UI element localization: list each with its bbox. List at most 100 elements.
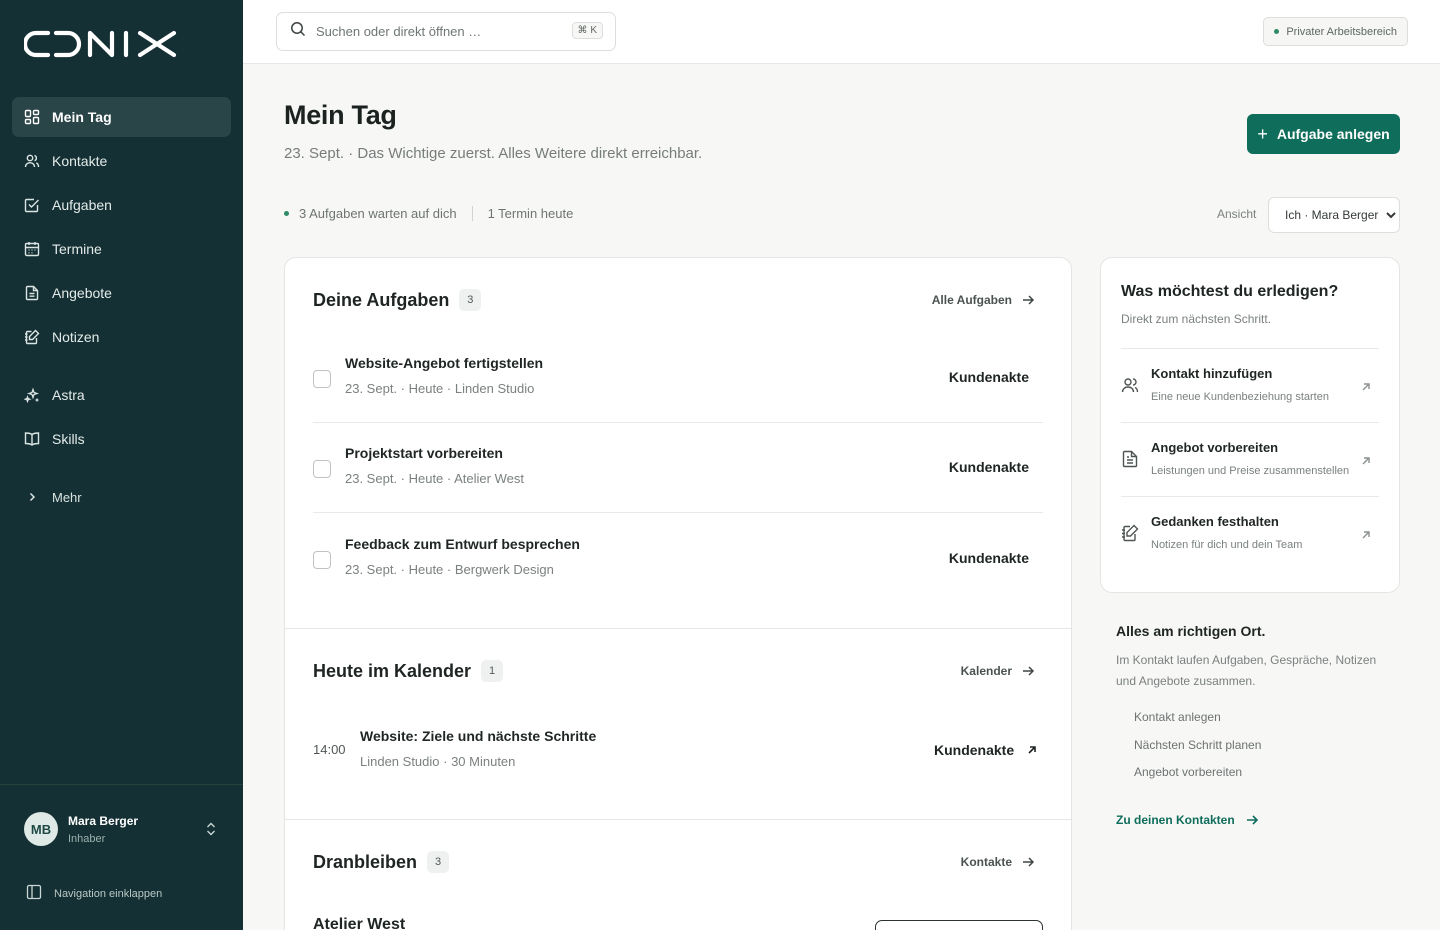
task-title: Website-Angebot fertigstellen: [345, 355, 544, 371]
tasks-title: Deine Aufgaben: [313, 289, 450, 310]
event-customer-file-link[interactable]: Kundenakte: [934, 742, 1038, 758]
search-icon: [290, 21, 306, 42]
user-name: Mara Berger: [68, 813, 139, 828]
info-title: Alles am richtigen Ort.: [1116, 623, 1266, 639]
arrow-right-icon: [1023, 857, 1035, 867]
tasks-header: Deine Aufgaben 3: [313, 289, 482, 311]
view-label: Ansicht: [1217, 207, 1257, 221]
task-row[interactable]: Website-Angebot fertigstellen 23. Sept. …: [313, 333, 1043, 423]
search-bar[interactable]: ⌘ K: [276, 12, 616, 51]
task-checkbox[interactable]: [313, 370, 331, 388]
user-menu[interactable]: MB Mara Berger Inhaber: [24, 812, 224, 846]
action-subtitle: Notizen für dich und dein Team: [1151, 539, 1303, 551]
capture-notes-action[interactable]: Gedanken festhalten Notizen für dich und…: [1121, 496, 1379, 570]
quick-actions-card: Was möchtest du erledigen? Direkt zum nä…: [1100, 257, 1400, 593]
sidebar-item-kontakte[interactable]: Kontakte: [12, 141, 231, 181]
section-divider: [285, 628, 1071, 629]
event-link-label: Kundenakte: [934, 742, 1015, 758]
info-list-item: Angebot vorbereiten: [1134, 765, 1243, 779]
avatar: MB: [24, 812, 58, 846]
stat-tasks: 3 Aufgaben warten auf dich: [299, 206, 457, 221]
task-title: Projektstart vorbereiten: [345, 445, 503, 461]
task-checkbox[interactable]: [313, 460, 331, 478]
quick-actions-subtitle: Direkt zum nächsten Schritt.: [1121, 312, 1272, 326]
chevron-right-icon: [24, 489, 40, 505]
main-card: Deine Aufgaben 3 Alle Aufgaben Website-A…: [284, 257, 1072, 930]
collapse-nav-button[interactable]: Navigation einklappen: [26, 884, 162, 903]
task-meta: 23. Sept. · Heute · Atelier West: [345, 471, 524, 486]
grid-icon: [24, 109, 40, 125]
tasks-count-badge: 3: [459, 289, 482, 311]
sidebar-item-astra[interactable]: Astra: [12, 375, 231, 415]
arrow-right-icon: [1023, 666, 1035, 676]
customer-file-link[interactable]: Kundenakte: [949, 550, 1029, 566]
brand-logo[interactable]: [22, 30, 178, 63]
sidebar-footer: MB Mara Berger Inhaber Navigation einkla…: [0, 784, 243, 930]
followup-item-title[interactable]: Atelier West: [313, 916, 405, 930]
sidebar-more-toggle[interactable]: Mehr: [12, 477, 231, 517]
prepare-offer-action[interactable]: Angebot vorbereiten Leistungen und Preis…: [1121, 422, 1379, 496]
sidebar-item-label: Aufgaben: [52, 197, 112, 213]
followup-count-badge: 3: [427, 851, 450, 873]
event-title[interactable]: Website: Ziele und nächste Schritte: [360, 728, 596, 744]
workspace-switcher[interactable]: Privater Arbeitsbereich: [1263, 17, 1408, 46]
calendar-title: Heute im Kalender: [313, 660, 472, 681]
document-icon: [24, 285, 40, 301]
plus-icon: +: [1257, 123, 1268, 144]
action-title: Kontakt hinzufügen: [1151, 366, 1273, 381]
info-list-item: Nächsten Schritt planen: [1134, 737, 1262, 752]
to-contacts-link[interactable]: Zu deinen Kontakten: [1116, 813, 1259, 827]
task-checkbox[interactable]: [313, 551, 331, 569]
quick-actions-title: Was möchtest du erledigen?: [1121, 283, 1339, 300]
contacts-link-label: Kontakte: [960, 855, 1012, 869]
to-contacts-label: Zu deinen Kontakten: [1116, 813, 1235, 827]
calendar-icon: [24, 241, 40, 257]
calendar-count-badge: 1: [481, 660, 504, 682]
page-title: Mein Tag: [284, 100, 397, 130]
shortcut-badge: ⌘ K: [571, 22, 603, 39]
info-list-item: Kontakt anlegen: [1134, 710, 1221, 724]
sidebar-item-label: Skills: [52, 431, 85, 447]
action-title: Angebot vorbereiten: [1151, 440, 1279, 455]
info-list: Kontakt anlegen Nächsten Schritt planen …: [1134, 710, 1261, 793]
sidebar-item-label: Mein Tag: [52, 109, 112, 125]
calendar-link-label: Kalender: [960, 664, 1012, 678]
contacts-link[interactable]: Kontakte: [961, 855, 1035, 869]
add-task-label: Aufgabe anlegen: [1276, 126, 1390, 142]
collapse-nav-label: Navigation einklappen: [54, 887, 163, 900]
arrow-right-icon: [1246, 815, 1258, 825]
add-task-button[interactable]: + Aufgabe anlegen: [1247, 114, 1400, 154]
sidebar-item-termine[interactable]: Termine: [12, 229, 231, 269]
task-row[interactable]: Feedback zum Entwurf besprechen 23. Sept…: [313, 514, 1043, 604]
checkbox-icon: [24, 197, 40, 213]
sidebar-item-aufgaben[interactable]: Aufgaben: [12, 185, 231, 225]
main-nav: Mein Tag Kontakte Aufgaben Termine Angeb…: [12, 97, 231, 521]
arrow-up-right-icon: [1361, 527, 1371, 545]
sidebar-item-mein-tag[interactable]: Mein Tag: [12, 97, 231, 137]
add-contact-action[interactable]: Kontakt hinzufügen Eine neue Kundenbezie…: [1121, 348, 1379, 422]
notes-icon: [1121, 524, 1139, 547]
customer-file-link[interactable]: Kundenakte: [949, 369, 1029, 385]
customer-file-link[interactable]: Kundenakte: [949, 459, 1029, 475]
info-text: Im Kontakt laufen Aufgaben, Gespräche, N…: [1116, 653, 1377, 688]
task-row[interactable]: Projektstart vorbereiten 23. Sept. · Heu…: [313, 423, 1043, 513]
sidebar-item-label: Angebote: [52, 285, 112, 301]
sidebar-item-notizen[interactable]: Notizen: [12, 317, 231, 357]
search-input[interactable]: [316, 24, 556, 39]
view-select[interactable]: Ich · Mara Berger: [1268, 197, 1400, 233]
sidebar-panel-icon: [26, 884, 54, 903]
divider: [471, 206, 473, 221]
status-dot: [1274, 29, 1280, 34]
followup-action-button[interactable]: [875, 920, 1043, 930]
action-subtitle: Leistungen und Preise zusammenstellen: [1151, 465, 1350, 477]
sparkle-icon: [24, 387, 40, 403]
chevron-up-down-icon: [204, 821, 218, 842]
users-icon: [24, 153, 40, 169]
all-tasks-link[interactable]: Alle Aufgaben: [932, 293, 1035, 307]
document-icon: [1121, 450, 1139, 473]
calendar-link[interactable]: Kalender: [961, 664, 1035, 678]
sidebar-item-skills[interactable]: Skills: [12, 419, 231, 459]
all-tasks-label: Alle Aufgaben: [931, 293, 1012, 307]
sidebar-item-angebote[interactable]: Angebote: [12, 273, 231, 313]
user-role: Inhaber: [68, 832, 106, 845]
